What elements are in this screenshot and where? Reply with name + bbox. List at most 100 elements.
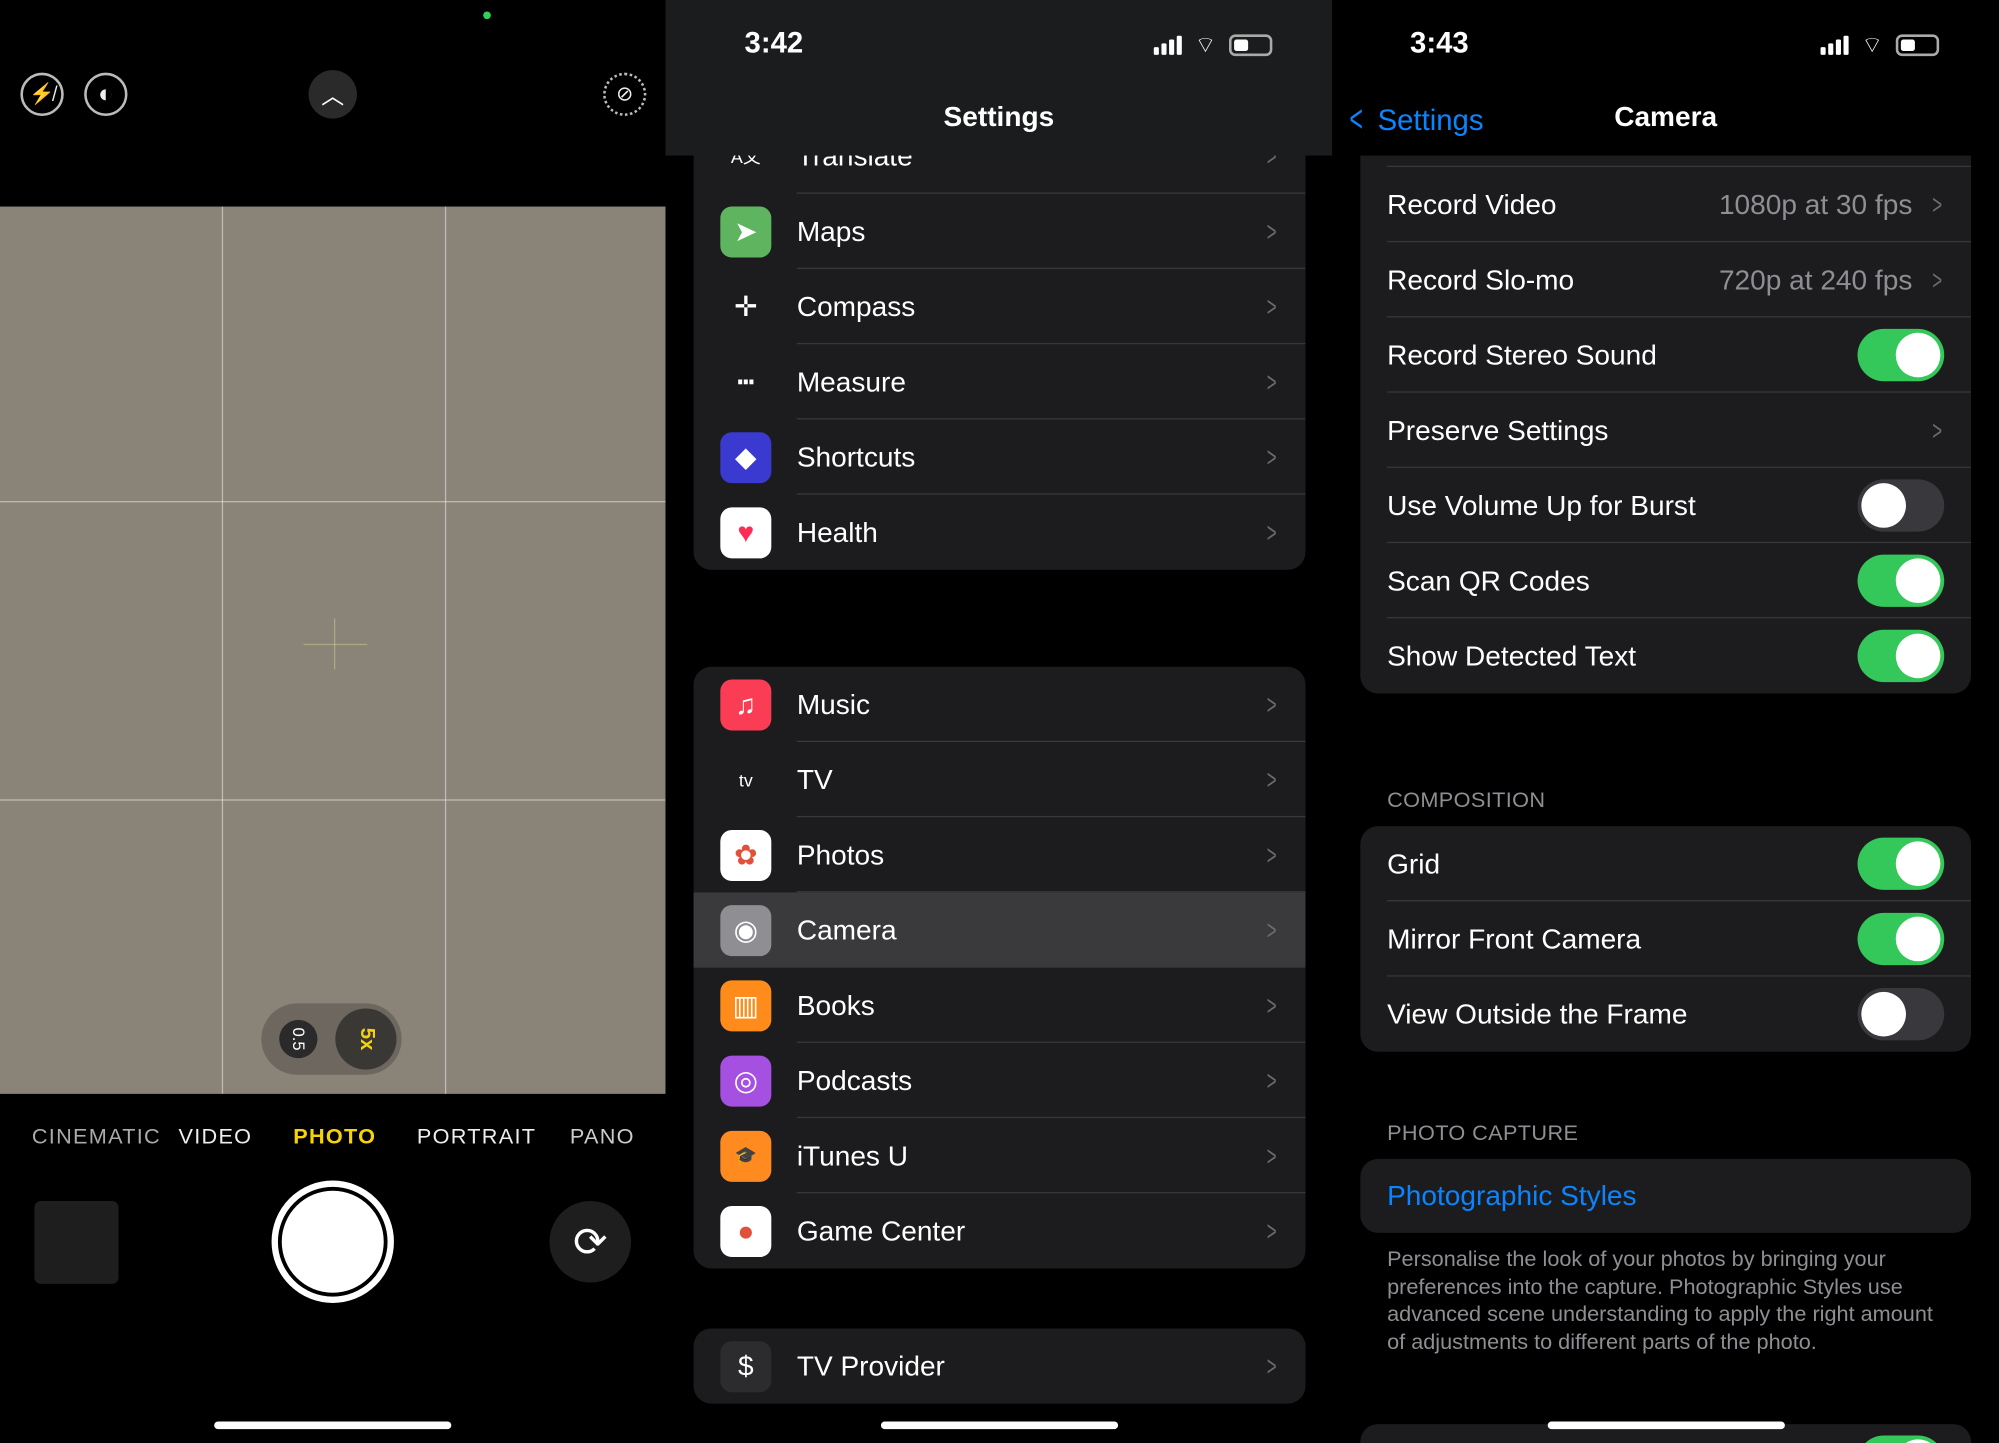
zoom-control: 0.5 5x [261,1003,402,1075]
toggle-switch[interactable] [1857,912,1945,966]
home-indicator [880,1421,1119,1430]
status-icons: ⌔ [1153,31,1273,60]
podcasts-icon: ◎ [720,1054,772,1106]
toggle-switch[interactable] [1857,328,1945,382]
home-indicator [214,1421,452,1430]
music-icon: ♫ [720,678,772,730]
section-header-composition: COMPOSITION [1387,787,1546,813]
settings-screen: 3:42 ⌔ Settings A文Translate>➤Maps>✛Compa… [665,0,1333,1443]
toggle-switch[interactable] [1857,1435,1945,1443]
setting-record-video[interactable]: Record Video >1080p at 30 fps [1360,167,1971,243]
nav-bar: 3:42 ⌔ Settings [665,0,1333,156]
setting-show-detected-text[interactable]: Show Detected Text [1360,618,1971,693]
maps-icon: ➤ [720,205,772,257]
nav-bar: 3:43 ⌔ < Settings Camera [1332,0,1999,156]
photo-thumbnail[interactable] [34,1200,119,1284]
settings-row-tv-provider[interactable]: $ TV Provider > [694,1328,1306,1403]
settings-row-podcasts[interactable]: ◎ Podcasts > [694,1043,1306,1119]
settings-row-camera[interactable]: ◉ Camera > [693,892,1306,968]
battery-icon [1228,34,1273,57]
game-center-icon: ● [720,1205,772,1257]
settings-row-shortcuts[interactable]: ◆ Shortcuts > [694,419,1306,495]
viewfinder[interactable]: 0.5 5x [0,206,666,1094]
settings-row-books[interactable]: ▥ Books > [694,968,1306,1043]
flip-camera-icon[interactable]: ⟳ [549,1200,632,1283]
chevron-up-icon[interactable]: ︿ [308,70,357,119]
level-crosshair [334,618,336,670]
toggle-switch[interactable] [1857,988,1945,1041]
row-label: iTunes U [796,1139,909,1171]
toggle-switch[interactable] [1857,554,1945,607]
chevron-right-icon: > [1266,913,1277,946]
photographic-styles-card: Photographic Styles [1360,1158,1971,1233]
row-label: Maps [796,214,866,247]
row-label: Measure [796,365,906,398]
settings-row-compass[interactable]: ✛ Compass > [694,269,1306,345]
toggle-knob [1895,633,1941,679]
setting-preserve-settings[interactable]: Preserve Settings > [1360,393,1971,468]
settings-row-measure[interactable]: ┅ Measure > [694,344,1306,420]
toggle-knob [1895,1439,1941,1443]
mode-video[interactable]: VIDEO [178,1124,252,1149]
status-time: 3:43 [1410,25,1469,59]
zoom-0.5-button[interactable]: 0.5 [279,1019,318,1059]
chevron-right-icon: > [1266,440,1277,473]
setting-record-stereo-sound[interactable]: Record Stereo Sound [1360,317,1971,393]
settings-row-photos[interactable]: ✿ Photos > [694,817,1306,893]
row-label: Grid [1387,847,1441,880]
settings-row-tv[interactable]: tv TV > [694,742,1306,818]
settings-group: Grid Mirror Front Camera View Outside the … [1360,826,1971,1052]
shortcuts-icon: ◆ [720,431,772,483]
itunes-u-icon: 🎓 [720,1130,772,1182]
live-photo-icon[interactable]: ◐ [84,72,128,117]
setting-grid[interactable]: Grid [1360,826,1971,902]
settings-group: ♫ Music > tv TV > ✿ Photos > ◉ Camera > ▥ Books > ◎ Podc… [693,666,1306,1269]
flash-off-icon[interactable]: ⚡̸ [20,72,64,117]
row-label: TV Provider [796,1349,945,1382]
home-indicator [1547,1421,1785,1430]
tv-provider-icon: $ [720,1340,772,1392]
chevron-right-icon: > [1266,1349,1277,1382]
mode-portrait[interactable]: PORTRAIT [417,1124,536,1149]
zoom-5x-button[interactable]: 5x [335,1008,397,1070]
settings-row-music[interactable]: ♫ Music > [694,667,1306,742]
chevron-right-icon: > [1266,1139,1277,1171]
toggle-knob [1895,916,1941,962]
chevron-right-icon: > [1266,290,1277,322]
setting-use-volume-up-for-burst[interactable]: Use Volume Up for Burst [1360,468,1971,544]
row-label: Use Volume Up for Burst [1387,488,1696,521]
settings-row-maps[interactable]: ➤ Maps > [694,194,1306,270]
shutter-button[interactable] [271,1180,394,1303]
row-label: Record Slo-mo [1387,263,1575,296]
grid-line [221,206,224,1094]
toggle-knob [1895,558,1941,604]
setting-record-slo-mo[interactable]: Record Slo-mo >720p at 240 fps [1360,242,1971,318]
setting-scan-qr-codes[interactable]: Scan QR Codes [1360,543,1971,619]
compass-icon: ✛ [720,281,772,333]
toggle-switch[interactable] [1857,479,1945,532]
tv-icon: tv [720,754,772,806]
toggle-switch[interactable] [1857,837,1945,890]
mode-pano[interactable]: PANO [570,1124,635,1149]
row-label: TV [796,763,833,795]
settings-row-game-center[interactable]: ● Game Center > [694,1193,1306,1268]
wifi-icon: ⌔ [1861,31,1883,58]
mode-cinematic[interactable]: CINEMATIC [32,1124,161,1149]
live-off-icon[interactable]: ⊘ [603,72,647,117]
toggle-knob [1861,483,1906,528]
setting-view-outside-the-frame[interactable]: View Outside the Frame [1360,977,1971,1052]
chevron-right-icon: > [1266,763,1277,795]
settings-group: $ TV Provider > [693,1328,1306,1404]
setting-mirror-front-camera[interactable]: Mirror Front Camera [1360,901,1971,977]
settings-row-health[interactable]: ♥ Health > [694,495,1306,570]
toggle-switch[interactable] [1857,629,1945,683]
row-label: Scan QR Codes [1387,564,1590,597]
photographic-styles-link[interactable]: Photographic Styles [1387,1179,1636,1212]
mode-photo[interactable]: PHOTO [293,1124,376,1149]
camera-settings-screen: 3:43 ⌔ < Settings Camera Formats>Record … [1332,0,1999,1443]
grid-line [444,206,447,1094]
grid-line [0,501,666,503]
status-icons: ⌔ [1820,31,1940,60]
settings-row-itunes-u[interactable]: 🎓 iTunes U > [694,1118,1306,1194]
chevron-right-icon: > [1932,263,1943,296]
